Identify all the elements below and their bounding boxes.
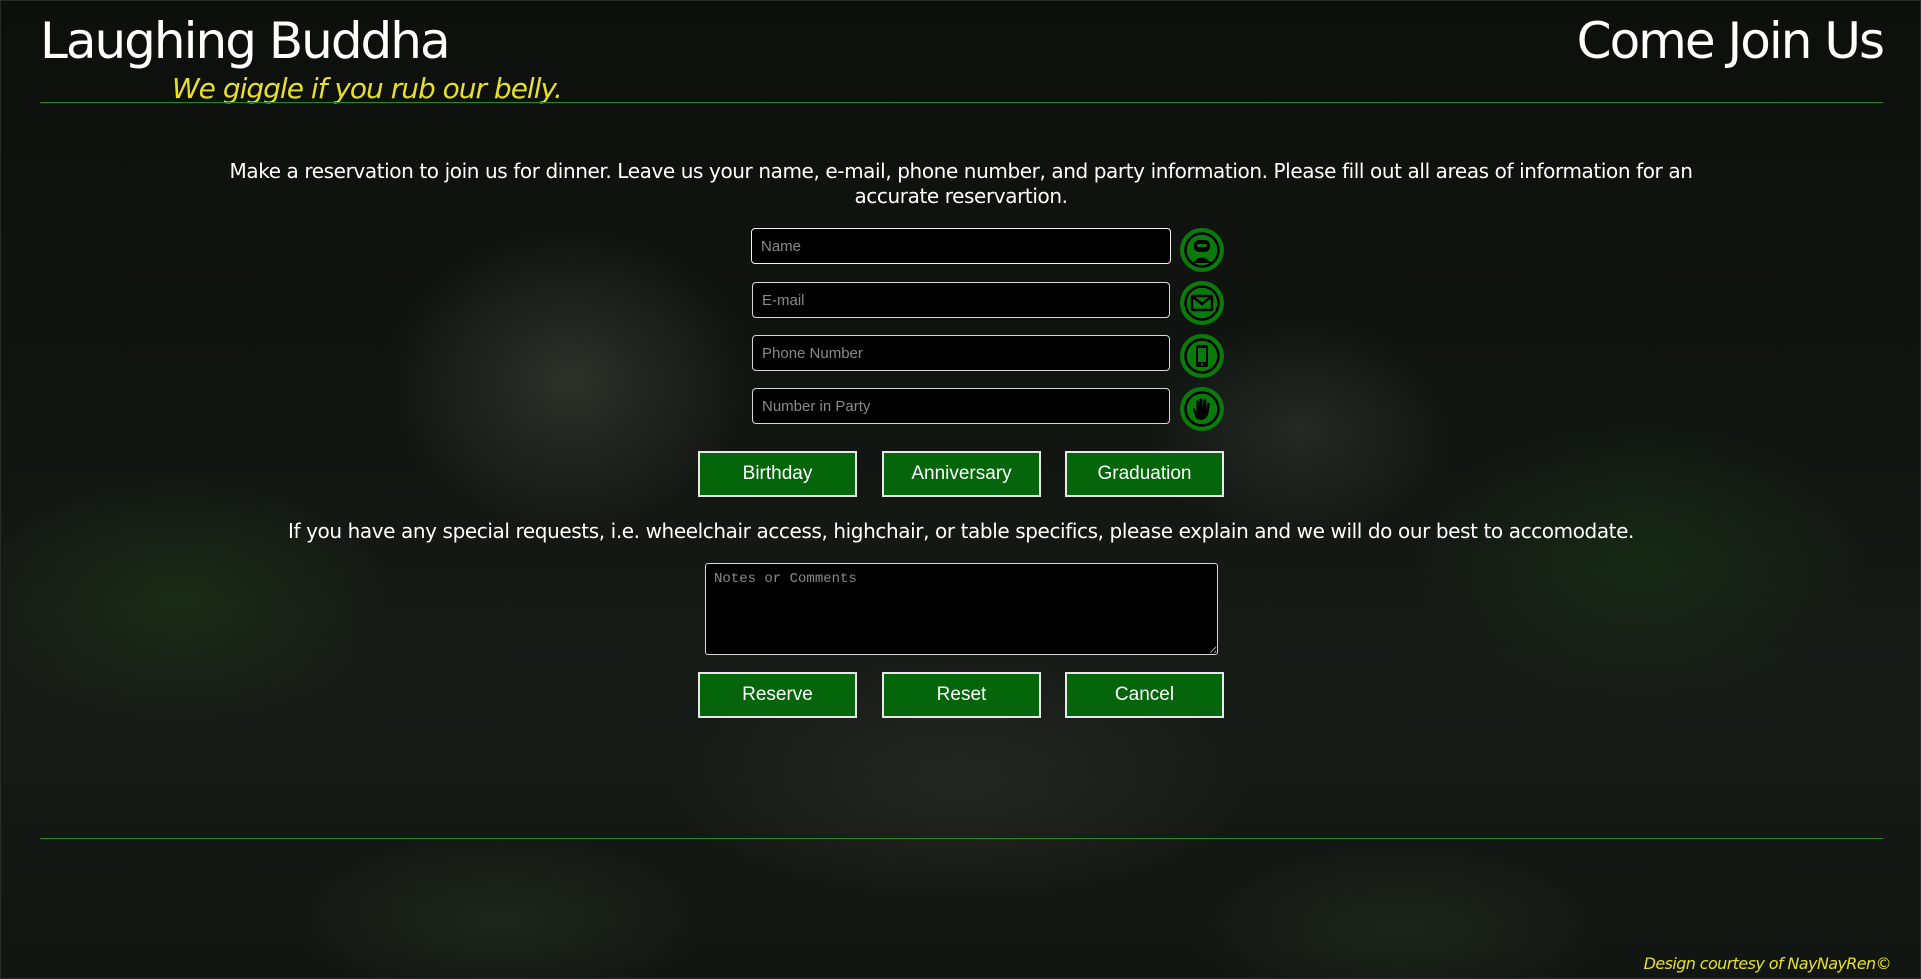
design-credit: Design courtesy of NayNayRen© xyxy=(1643,954,1892,973)
anniversary-button[interactable]: Anniversary xyxy=(882,451,1041,497)
reserve-button[interactable]: Reserve xyxy=(698,672,857,718)
envelope-icon xyxy=(1180,281,1224,325)
footer-divider xyxy=(40,838,1883,839)
site-title: Laughing Buddha xyxy=(40,12,451,70)
page-heading: Come Join Us xyxy=(1576,12,1885,70)
hand-icon xyxy=(1180,387,1224,431)
party-size-input[interactable] xyxy=(752,388,1170,424)
reset-button[interactable]: Reset xyxy=(882,672,1041,718)
graduation-button[interactable]: Graduation xyxy=(1065,451,1224,497)
notes-textarea[interactable] xyxy=(705,563,1218,655)
cancel-button[interactable]: Cancel xyxy=(1065,672,1224,718)
email-input[interactable] xyxy=(752,282,1170,318)
phone-icon xyxy=(1180,334,1224,378)
site-tagline: We giggle if you rub our belly. xyxy=(172,72,563,105)
name-input[interactable] xyxy=(751,228,1171,264)
phone-input[interactable] xyxy=(752,335,1170,371)
special-requests-text: If you have any special requests, i.e. w… xyxy=(288,519,1634,543)
reservation-intro: Make a reservation to join us for dinner… xyxy=(229,159,1693,208)
birthday-button[interactable]: Birthday xyxy=(698,451,857,497)
user-icon xyxy=(1180,228,1224,272)
header-divider xyxy=(40,102,1883,103)
